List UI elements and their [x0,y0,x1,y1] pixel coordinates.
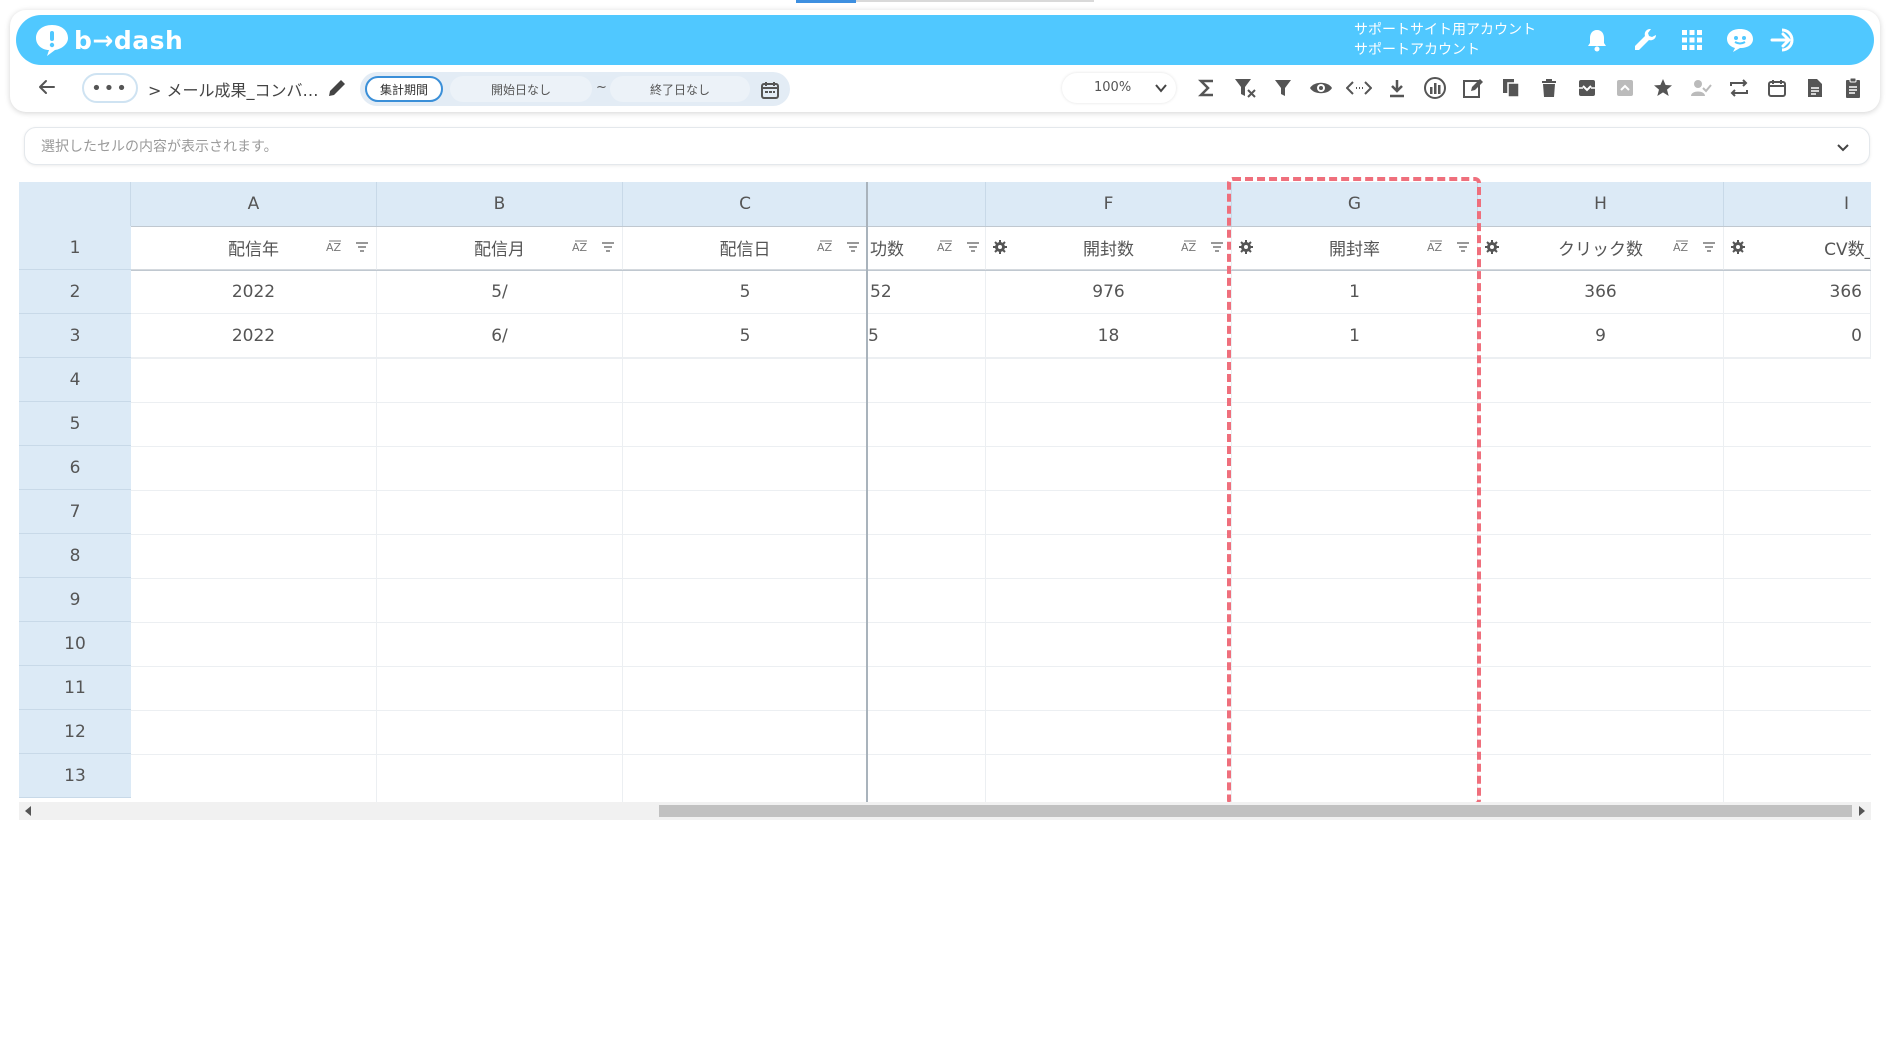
back-arrow-icon[interactable] [36,76,58,98]
logo-bubble-icon [34,23,70,57]
support-mascot-icon[interactable] [1724,24,1756,56]
download-icon[interactable] [1378,73,1416,103]
account-org: サポートサイト用アカウント [1354,22,1536,38]
user-check-icon[interactable] [1682,73,1720,103]
sync-icon[interactable] [1720,73,1758,103]
period-label-button[interactable]: 集計期間 [365,76,443,102]
scroll-right-arrow-icon[interactable] [1859,806,1865,816]
wrench-icon[interactable] [1629,24,1661,56]
top-tab-track [856,0,1094,2]
filter-clear-icon[interactable] [1226,73,1264,103]
pencil-icon[interactable] [326,77,348,99]
scroll-left-arrow-icon[interactable] [25,806,31,816]
start-date-input[interactable]: 開始日なし [450,76,592,102]
toolbar-actions [1188,73,1872,103]
archive-icon[interactable] [1568,73,1606,103]
logo[interactable]: b→dash [34,23,183,57]
zoom-select[interactable]: 100% [1062,73,1176,103]
sigma-icon[interactable] [1188,73,1226,103]
eye-icon[interactable] [1302,73,1340,103]
zoom-value: 100% [1094,80,1132,95]
clipboard-icon[interactable] [1834,73,1872,103]
grid-lines [131,358,1871,802]
schedule-calendar-icon[interactable] [1758,73,1796,103]
spreadsheet-grid: A B C F G H I 1 2 3 4 5 6 7 8 9 10 11 12… [19,182,1871,802]
more-button[interactable]: ••• [82,73,138,103]
copy-icon[interactable] [1492,73,1530,103]
period-selector: 集計期間 開始日なし ~ 終了日なし [360,72,790,106]
cell-content-input[interactable] [39,136,1803,158]
apps-grid-icon[interactable] [1676,24,1708,56]
frozen-column-divider[interactable] [866,182,868,802]
header-divider [131,270,1871,271]
chevron-down-icon[interactable] [1835,139,1851,155]
trash-icon[interactable] [1530,73,1568,103]
unarchive-icon[interactable] [1606,73,1644,103]
chevron-down-icon [1154,81,1168,95]
logo-text: b→dash [74,25,184,55]
edit-icon[interactable] [1454,73,1492,103]
filter-icon[interactable] [1264,73,1302,103]
date-range-separator: ~ [596,80,607,95]
chart-icon[interactable] [1416,73,1454,103]
document-icon[interactable] [1796,73,1834,103]
end-date-input[interactable]: 終了日なし [610,76,750,102]
top-tab-indicator [796,0,856,3]
account-user: サポートアカウント [1354,42,1480,58]
scrollbar-thumb[interactable] [659,805,1852,817]
app-header: b→dash サポートサイト用アカウント サポートアカウント [16,15,1874,65]
bell-icon[interactable] [1581,24,1613,56]
code-icon[interactable] [1340,73,1378,103]
header-divider [131,226,1871,227]
logout-icon[interactable] [1769,24,1801,56]
breadcrumb[interactable]: > メール成果_コンバ… [148,77,319,101]
calendar-icon[interactable] [760,80,780,100]
star-icon[interactable] [1644,73,1682,103]
account-info[interactable]: サポートサイト用アカウント サポートアカウント [1354,20,1536,60]
horizontal-scrollbar[interactable] [19,802,1871,820]
cell-content-bar [24,127,1870,165]
